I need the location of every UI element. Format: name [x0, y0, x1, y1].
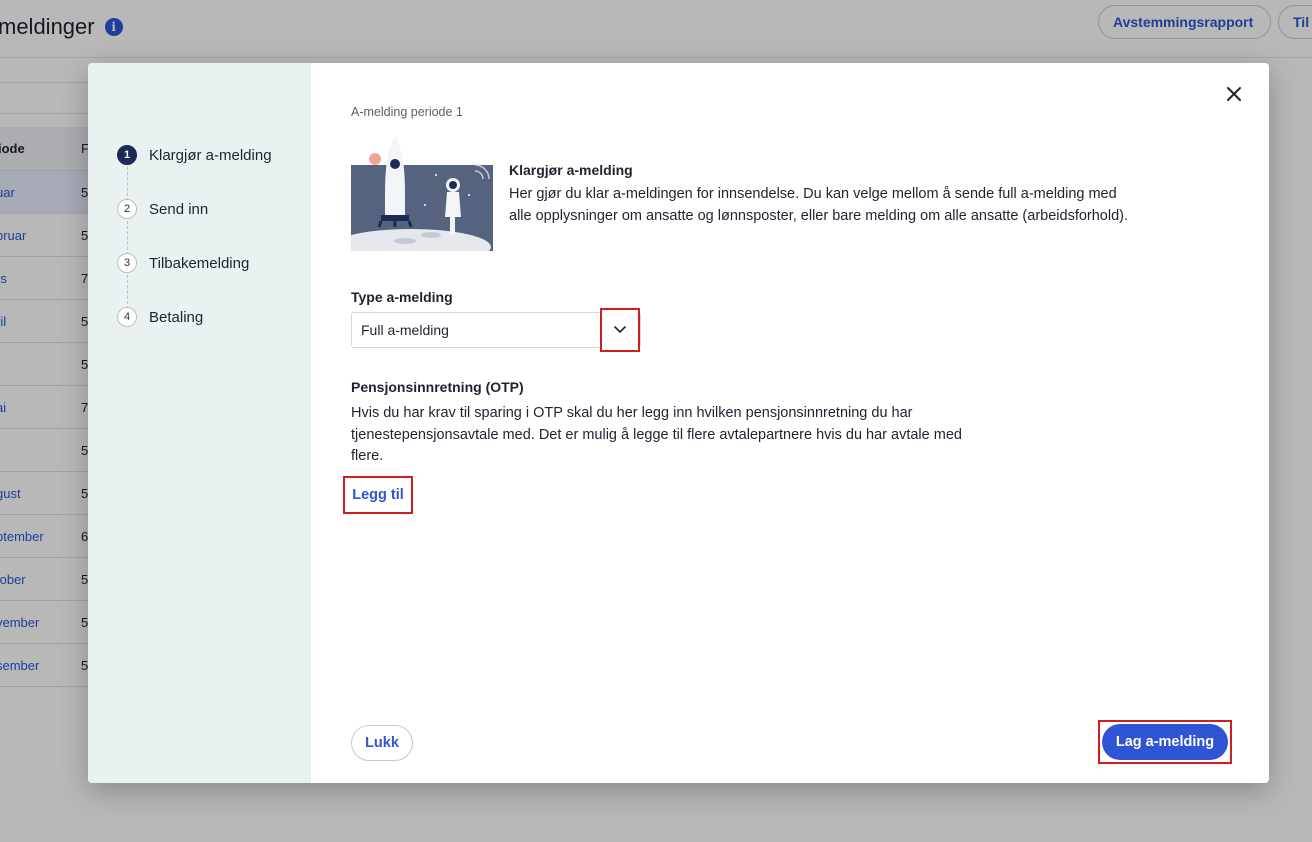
- step-label: Betaling: [149, 308, 204, 326]
- add-pension-link[interactable]: Legg til: [343, 476, 413, 514]
- rocket-astronaut-illustration: [351, 137, 493, 251]
- step-connector: [127, 275, 128, 309]
- step-send-inn: 2 Send inn: [117, 199, 208, 219]
- step-number: 1: [117, 145, 137, 165]
- create-a-melding-button[interactable]: Lag a-melding: [1102, 724, 1228, 760]
- type-select-value: Full a-melding: [361, 322, 449, 338]
- stepper: 1 Klargjør a-melding 2 Send inn 3 Tilbak…: [88, 63, 311, 783]
- primary-button-highlight: Lag a-melding: [1098, 720, 1232, 764]
- a-melding-dialog: 1 Klargjør a-melding 2 Send inn 3 Tilbak…: [88, 63, 1269, 783]
- step-betaling: 4 Betaling: [117, 307, 203, 327]
- type-select[interactable]: Full a-melding: [351, 308, 641, 352]
- step-number: 4: [117, 307, 137, 327]
- step-connector: [127, 221, 128, 255]
- step-number: 2: [117, 199, 137, 219]
- dialog-content: A-melding periode 1 Klargjør a-melding H…: [311, 63, 1269, 783]
- close-icon[interactable]: [1221, 81, 1247, 107]
- intro-section: Klargjør a-melding Her gjør du klar a-me…: [509, 162, 1139, 227]
- step-label: Tilbakemelding: [149, 254, 250, 272]
- step-connector: [127, 167, 128, 201]
- type-label: Type a-melding: [351, 289, 453, 305]
- close-button[interactable]: Lukk: [351, 725, 413, 761]
- intro-title: Klargjør a-melding: [509, 162, 633, 178]
- step-number: 3: [117, 253, 137, 273]
- step-tilbakemelding: 3 Tilbakemelding: [117, 253, 249, 273]
- intro-text: Her gjør du klar a-meldingen for innsend…: [509, 186, 1129, 224]
- otp-label: Pensjonsinnretning (OTP): [351, 379, 524, 395]
- step-label: Send inn: [149, 200, 209, 218]
- otp-description: Hvis du har krav til sparing i OTP skal …: [351, 405, 962, 464]
- chevron-down-icon[interactable]: [600, 308, 640, 352]
- period-caption: A-melding periode 1: [351, 105, 463, 119]
- step-label: Klargjør a-melding: [149, 146, 272, 164]
- step-klargjor: 1 Klargjør a-melding: [117, 145, 272, 165]
